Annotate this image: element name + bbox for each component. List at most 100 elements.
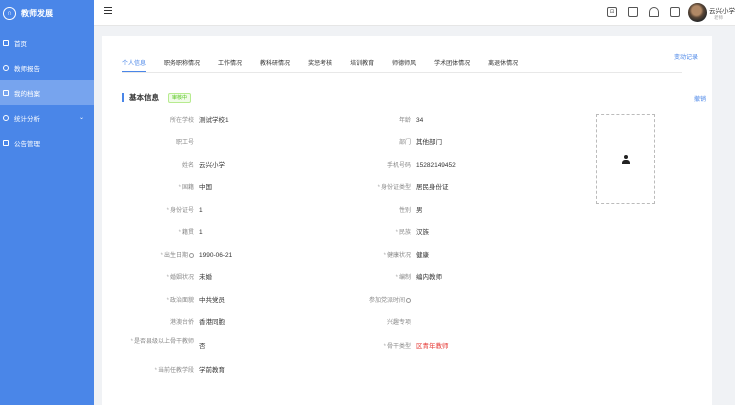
required-mark: * [383, 253, 386, 259]
required-mark: * [377, 185, 380, 191]
field-value: 健康 [416, 252, 429, 259]
sidebar-item-label: 统计分析 [14, 115, 40, 123]
cancel-link[interactable]: 撤销 [694, 94, 706, 103]
field-label-text: 当前任教学段 [157, 368, 194, 374]
field-label-text: 婚姻状况 [169, 275, 194, 281]
tab-retirement[interactable]: 离退休情况 [488, 58, 518, 72]
field-value: 未婚 [199, 274, 212, 281]
required-mark: * [178, 185, 181, 191]
field-label-text: 参加党派时间 [368, 298, 405, 304]
tab-training[interactable]: 培训教育 [350, 58, 374, 72]
field-label: 港澳台侨 [169, 320, 194, 326]
field-value: 云兴小学 [199, 162, 225, 169]
field-value: 汉族 [416, 229, 429, 236]
field-label: 手机号码 [386, 163, 411, 169]
field-label: *身份证号 [122, 206, 194, 216]
sidebar-item-label: 公告管理 [14, 140, 40, 148]
required-mark: * [395, 275, 398, 281]
sidebar-item-label: 首页 [14, 40, 27, 48]
tab-rewards[interactable]: 奖惩考核 [308, 58, 332, 72]
sidebar-item-statistics[interactable]: 统计分析 ⌄ [0, 105, 94, 130]
field-label-text: 籍贯 [181, 230, 194, 236]
tab-personal-info[interactable]: 个人信息 [122, 58, 147, 72]
notice-icon [3, 139, 9, 146]
field-label: *是否县级以上骨干教师 [122, 338, 194, 346]
top-header: ⊡ 云兴小学 老师 [94, 0, 735, 26]
field-label: *国籍 [122, 183, 194, 193]
field-label-text: 身份证号 [169, 208, 194, 214]
required-mark: * [166, 275, 169, 281]
field-label: *身份证类型 [339, 183, 411, 193]
chevron-down-icon: ⌄ [78, 115, 84, 121]
info-icon[interactable] [406, 297, 411, 303]
tab-position-title[interactable]: 职务职称情况 [164, 58, 200, 72]
field-label: 年龄 [398, 118, 411, 124]
field-label-text: 骨干类型 [386, 344, 411, 350]
card-icon[interactable] [670, 7, 680, 17]
sidebar-item-label: 我的档案 [14, 90, 40, 98]
sidebar: ∩ 教师发展 首页 教师报告 我的档案 统计分析 ⌄ 公告管理 [0, 0, 94, 405]
archive-icon [3, 89, 9, 96]
tab-research[interactable]: 教科研情况 [260, 58, 290, 72]
field-value: 1 [199, 229, 203, 236]
field-label: *婚姻状况 [122, 273, 194, 283]
field-label: *民族 [339, 228, 411, 238]
status-badge: 审核中 [168, 93, 192, 103]
field-value: 其他部门 [416, 139, 442, 146]
user-name[interactable]: 云兴小学 [709, 5, 735, 15]
required-mark: * [166, 208, 169, 214]
info-icon[interactable] [189, 252, 194, 258]
profile-card: 个人信息 职务职称情况 工作情况 教科研情况 奖惩考核 培训教育 师德师风 学术… [102, 36, 712, 405]
required-mark: * [178, 230, 181, 236]
field-value: 1990-06-21 [199, 252, 233, 259]
field-value: 编内教师 [416, 274, 442, 281]
tab-divider [122, 72, 682, 73]
field-label: 性别 [398, 208, 411, 214]
shirt-icon[interactable] [628, 7, 638, 17]
report-icon [3, 64, 9, 71]
tab-work[interactable]: 工作情况 [218, 58, 242, 72]
logo-icon: ∩ [3, 6, 16, 20]
field-value: 测试学校1 [199, 117, 229, 124]
menu-toggle-icon[interactable] [104, 7, 112, 14]
field-value: 1 [199, 207, 203, 214]
fullscreen-icon[interactable]: ⊡ [607, 7, 617, 17]
tab-academic-groups[interactable]: 学术团体情况 [434, 58, 470, 72]
field-value: 男 [416, 207, 423, 214]
field-label: 姓名 [181, 163, 194, 169]
sidebar-item-report[interactable]: 教师报告 [0, 55, 94, 80]
bell-icon[interactable] [649, 7, 659, 17]
change-record-link[interactable]: 变动记录 [674, 52, 712, 61]
field-label-text: 健康状况 [386, 253, 411, 259]
tab-ethics[interactable]: 师德师风 [392, 58, 416, 72]
avatar[interactable] [688, 3, 707, 22]
field-label-text: 编制 [398, 275, 411, 281]
user-role: 老师 [714, 15, 723, 20]
field-label: *编制 [339, 273, 411, 283]
field-value: 中国 [199, 184, 212, 191]
required-mark: * [383, 344, 386, 350]
app-title: 教师发展 [21, 8, 53, 18]
field-value: 15282149452 [416, 162, 456, 169]
field-label: *骨干类型 [339, 342, 411, 352]
field-value: 34 [416, 117, 424, 124]
sidebar-item-archive[interactable]: 我的档案 [0, 80, 94, 105]
sidebar-item-notice[interactable]: 公告管理 [0, 130, 94, 155]
chart-icon [3, 114, 9, 121]
sidebar-item-home[interactable]: 首页 [0, 30, 94, 55]
field-value: 香港同胞 [199, 319, 225, 326]
field-label-text: 政治面貌 [169, 298, 194, 304]
required-mark: * [160, 253, 163, 259]
field-label: *政治面貌 [122, 296, 194, 306]
field-label-text: 是否县级以上骨干教师 [133, 339, 194, 345]
photo-upload[interactable] [596, 114, 655, 204]
person-icon [621, 155, 630, 164]
field-label: 参加党派时间 [339, 296, 411, 306]
app-logo[interactable]: ∩ 教师发展 [0, 0, 94, 26]
field-label: *出生日期 [122, 251, 194, 261]
field-value: 居民身份证 [416, 184, 449, 191]
field-value: 学前教育 [199, 367, 225, 374]
field-label: *当前任教学段 [122, 366, 194, 376]
field-label: *健康状况 [339, 251, 411, 261]
required-mark: * [154, 368, 157, 374]
